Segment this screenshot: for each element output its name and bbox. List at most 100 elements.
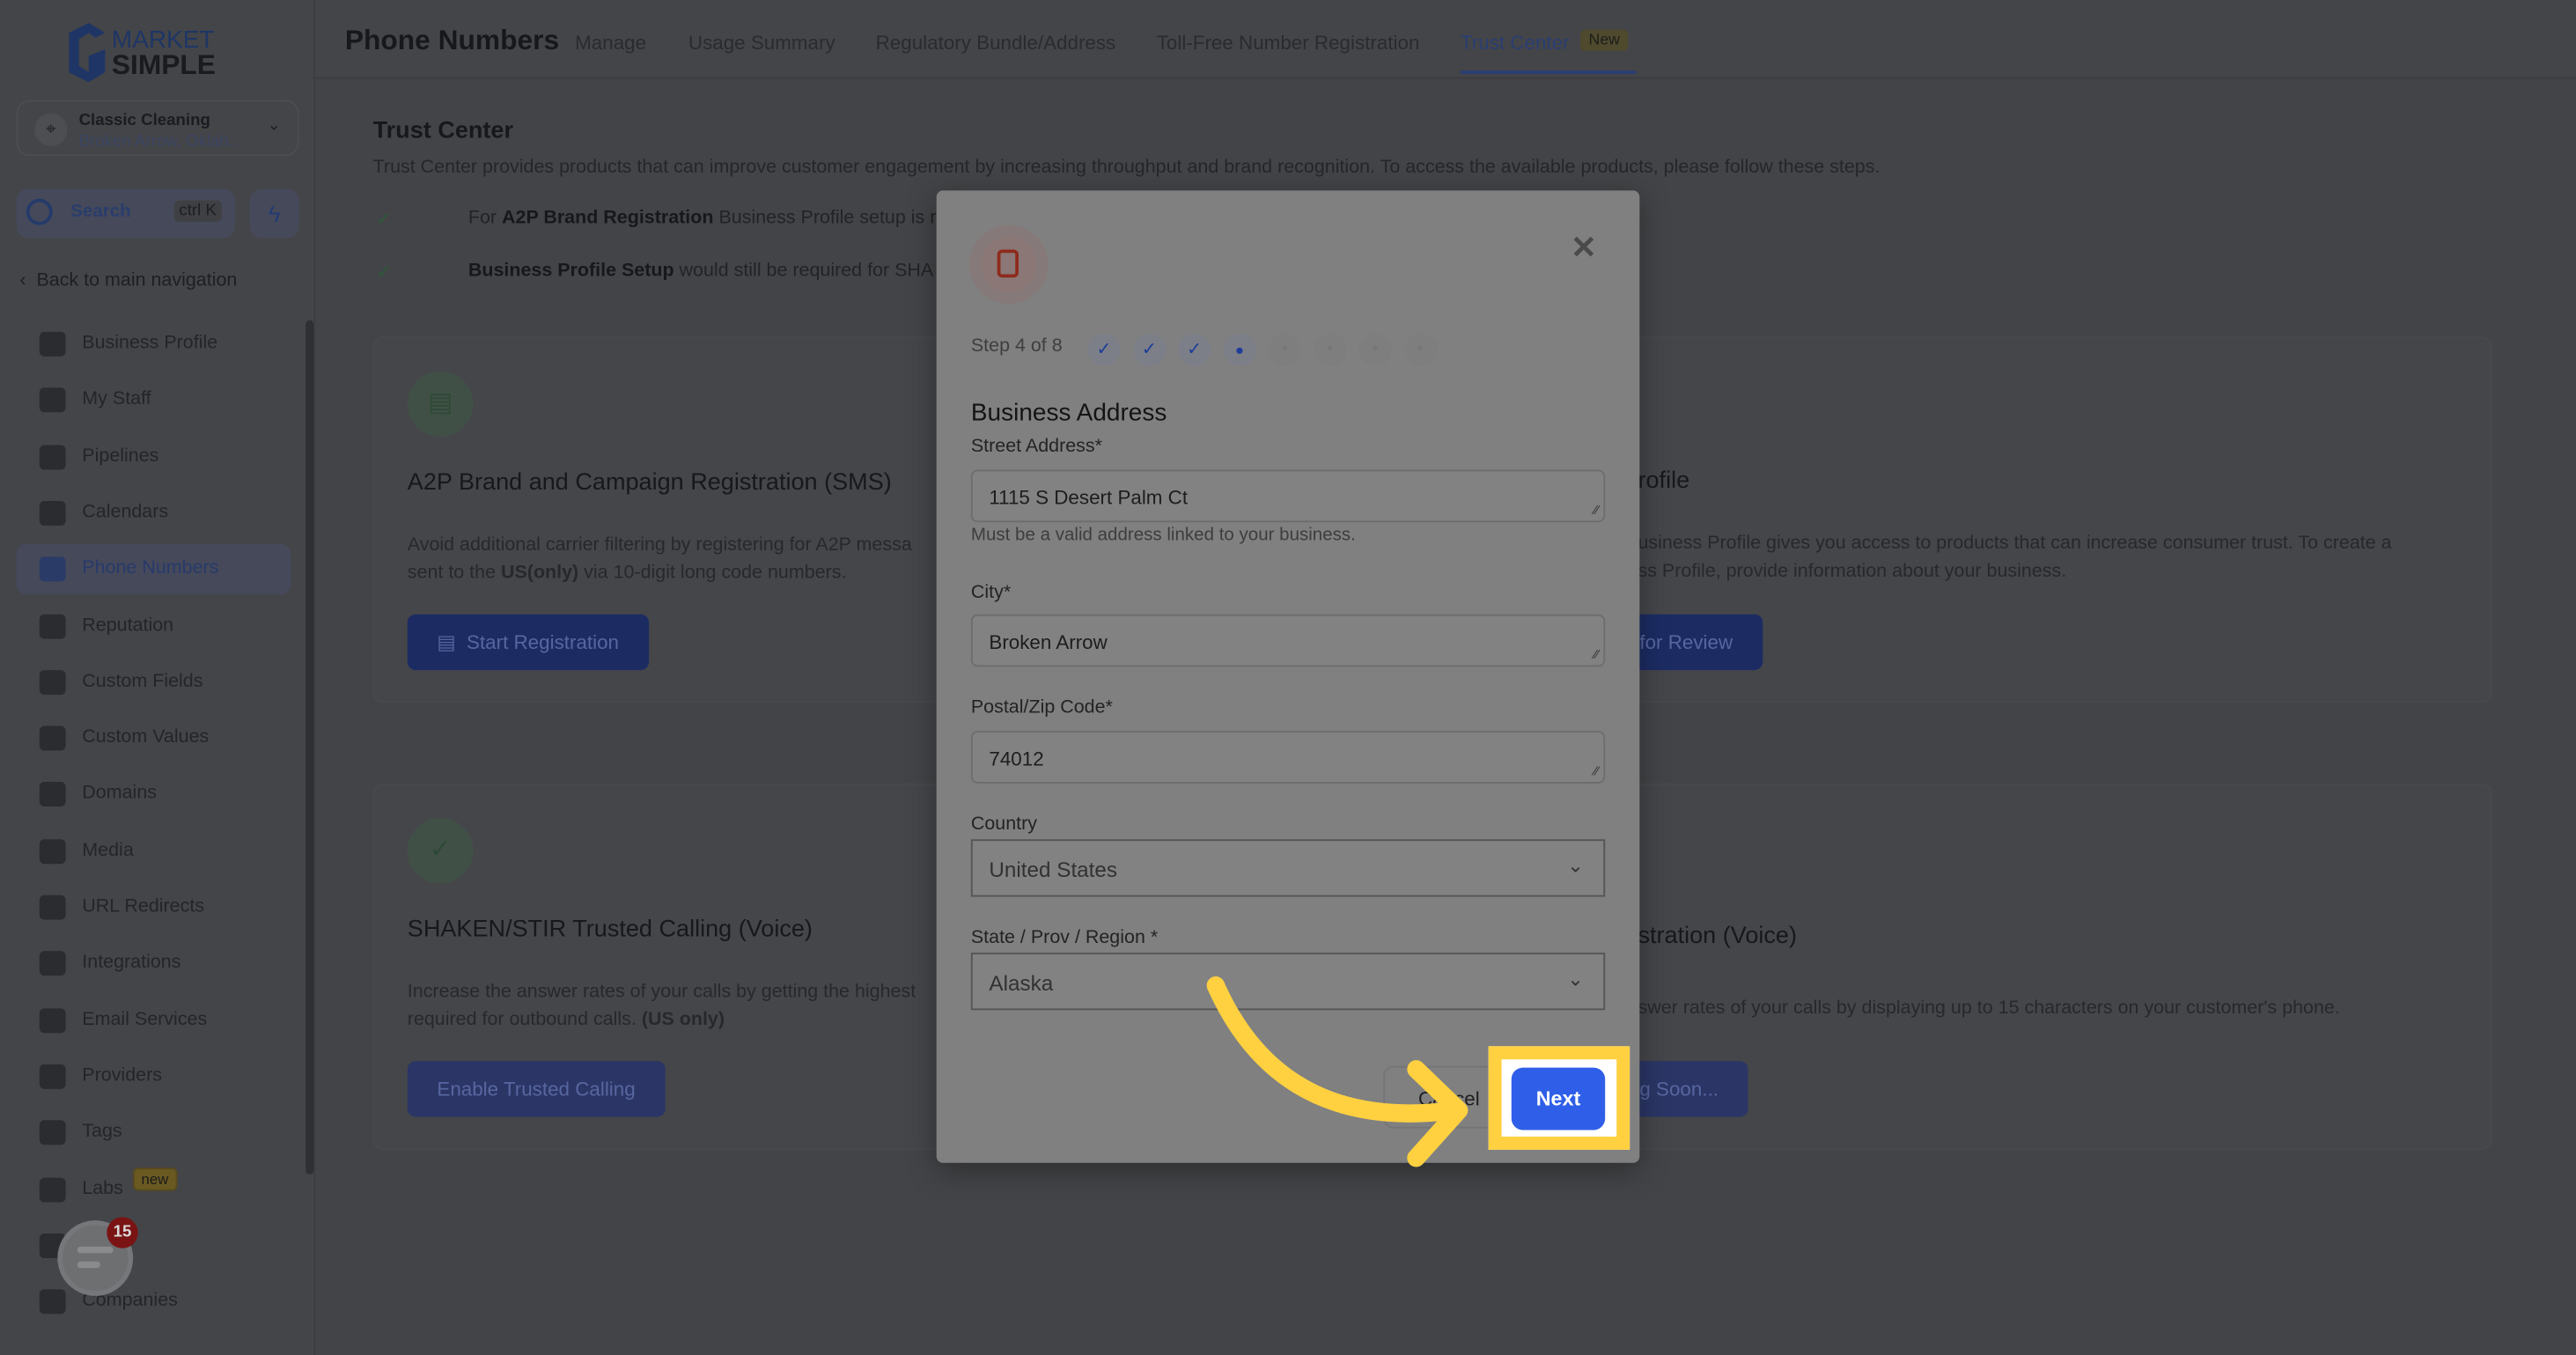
sidebar-item-custom-values[interactable]: Custom Values <box>17 713 291 764</box>
sidebar-item-tags[interactable]: Tags <box>17 1108 291 1159</box>
step-pending-icon: ● <box>1313 333 1347 367</box>
search-shortcut: ctrl K <box>173 200 222 222</box>
step-complete-icon: ✓ <box>1177 333 1211 367</box>
state-label: State / Prov / Region * <box>970 928 1159 948</box>
zip-input[interactable]: 74012 ⁄⁄ <box>970 731 1606 784</box>
nav-icon <box>39 782 66 807</box>
step-indicator-text: Step 4 of 8 <box>970 336 1063 357</box>
back-to-main-navigation[interactable]: ‹ Back to main navigation <box>19 271 237 291</box>
card-description: usiness Profile gives you access to prod… <box>1638 534 2392 582</box>
sidebar-item-pipelines[interactable]: Pipelines <box>17 431 291 482</box>
coming-soon-button[interactable]: g Soon... <box>1626 1061 1748 1117</box>
labs-new-badge: new <box>133 1167 177 1191</box>
back-label: Back to main navigation <box>36 270 238 291</box>
start-registration-button[interactable]: ▤ Start Registration <box>407 614 649 671</box>
sidebar-item-label: My Staff <box>82 389 151 410</box>
sidebar-item-label: Reputation <box>82 615 174 636</box>
chevron-down-icon: ⌄ <box>267 116 282 135</box>
sidebar-item-providers[interactable]: Providers <box>17 1051 291 1102</box>
sidebar-item-media[interactable]: Media <box>17 826 291 877</box>
card-description: Increase the answer rates of your calls … <box>407 982 916 1030</box>
sidebar-item-integrations[interactable]: Integrations <box>17 939 291 990</box>
sidebar-item-my-staff[interactable]: My Staff <box>17 375 291 426</box>
sidebar-item-label: Business Profile <box>82 333 218 354</box>
card-title: SHAKEN/STIR Trusted Calling (Voice) <box>407 916 813 943</box>
sidebar-item-label: Providers <box>82 1065 162 1086</box>
next-button[interactable]: Next <box>1511 1067 1606 1130</box>
search-icon <box>26 198 53 225</box>
step-pending-icon: ● <box>1268 333 1301 367</box>
tab-regulatory-bundle[interactable]: Regulatory Bundle/Address <box>876 31 1116 54</box>
check-icon: ✓ <box>376 210 392 231</box>
step-pending-icon: ● <box>1358 333 1392 367</box>
submit-for-review-button[interactable]: for Review <box>1626 614 1763 671</box>
sidebar-scrollbar[interactable] <box>305 320 314 1175</box>
country-label: Country <box>970 814 1038 835</box>
tab-manage[interactable]: Manage <box>575 31 646 54</box>
nav-icon <box>39 613 66 638</box>
card-description: Avoid additional carrier filtering by re… <box>407 535 912 584</box>
modal-heading: Business Address <box>970 399 1167 428</box>
sidebar-item-label: URL Redirects <box>82 896 205 917</box>
sidebar-item-domains[interactable]: Domains <box>17 770 291 821</box>
section-description: Trust Center provides products that can … <box>372 158 1880 178</box>
tab-usage-summary[interactable]: Usage Summary <box>688 31 835 54</box>
nav-icon <box>39 895 66 920</box>
search-label: Search <box>70 202 131 222</box>
active-tab-indicator <box>1460 70 1637 74</box>
step-complete-icon: ✓ <box>1087 333 1121 367</box>
city-label: City* <box>970 583 1012 603</box>
sidebar: MARKET SIMPLE ⌖ Classic Cleaning Broken … <box>0 0 316 1355</box>
tab-trust-center[interactable]: Trust Center <box>1461 31 1570 54</box>
zip-label: Postal/Zip Code* <box>970 697 1113 718</box>
street-address-input[interactable]: 1115 S Desert Palm Ct ⁄⁄ <box>970 469 1606 523</box>
sidebar-item-label: Integrations <box>82 953 181 973</box>
nav-icon <box>39 838 66 864</box>
country-select[interactable]: United States ⌄ <box>970 839 1606 897</box>
street-help-text: Must be a valid address linked to your b… <box>970 525 1356 546</box>
card-title: A2P Brand and Campaign Registration (SMS… <box>407 469 892 497</box>
nav-icon <box>39 725 66 751</box>
account-switcher[interactable]: ⌖ Classic Cleaning Broken Arrow, Oklah..… <box>16 99 299 157</box>
sidebar-item-url-redirects[interactable]: URL Redirects <box>17 882 291 933</box>
sidebar-item-reputation[interactable]: Reputation <box>17 600 291 652</box>
state-select[interactable]: Alaska ⌄ <box>970 952 1606 1011</box>
city-input[interactable]: Broken Arrow ⁄⁄ <box>970 614 1606 667</box>
sidebar-item-label: Tags <box>82 1122 122 1142</box>
tab-toll-free-registration[interactable]: Toll-Free Number Registration <box>1157 31 1420 54</box>
nav-icon <box>39 1064 66 1089</box>
account-location: Broken Arrow, Oklah... <box>78 133 243 151</box>
section-title: Trust Center <box>372 118 514 145</box>
market-simple-logo: MARKET SIMPLE <box>69 23 216 83</box>
nav-icon <box>39 387 66 413</box>
enable-trusted-calling-button[interactable]: Enable Trusted Calling <box>407 1061 666 1117</box>
nav-icon <box>39 331 66 357</box>
sidebar-item-label: Custom Values <box>82 727 210 747</box>
chat-unread-badge: 15 <box>107 1217 138 1248</box>
card-description: swer rates of your calls by displaying u… <box>1638 998 2340 1019</box>
step-pending-icon: ● <box>1403 333 1437 367</box>
sidebar-item-label: Media <box>82 840 134 860</box>
card-title: rofile <box>1638 468 1690 495</box>
location-pin-icon: ⌖ <box>34 113 68 147</box>
document-icon: ▤ <box>407 371 474 438</box>
sidebar-item-custom-fields[interactable]: Custom Fields <box>17 657 291 708</box>
nav-icon <box>39 1120 66 1145</box>
sidebar-item-phone-numbers[interactable]: Phone Numbers <box>16 543 291 595</box>
chat-icon <box>77 1246 114 1254</box>
new-badge: New <box>1580 29 1629 51</box>
nav-icon <box>39 444 66 469</box>
step-current-icon: ● <box>1223 333 1256 367</box>
app: MARKET SIMPLE ⌖ Classic Cleaning Broken … <box>0 0 2576 1355</box>
sidebar-item-business-profile[interactable]: Business Profile <box>17 319 291 370</box>
sidebar-item-email-services[interactable]: Email Services <box>17 995 291 1046</box>
nav-icon <box>39 669 66 695</box>
close-icon[interactable]: ✕ <box>1571 230 1597 268</box>
search-button[interactable]: Search ctrl K <box>16 188 235 239</box>
sidebar-item-companies[interactable]: Companies <box>17 1277 291 1328</box>
street-label: Street Address* <box>970 437 1102 457</box>
sidebar-item-label: Labs <box>82 1178 123 1198</box>
sidebar-item-calendars[interactable]: Calendars <box>17 488 291 539</box>
card-title: stration (Voice) <box>1638 923 1797 950</box>
quick-action-bolt-icon[interactable]: ϟ <box>249 188 299 239</box>
